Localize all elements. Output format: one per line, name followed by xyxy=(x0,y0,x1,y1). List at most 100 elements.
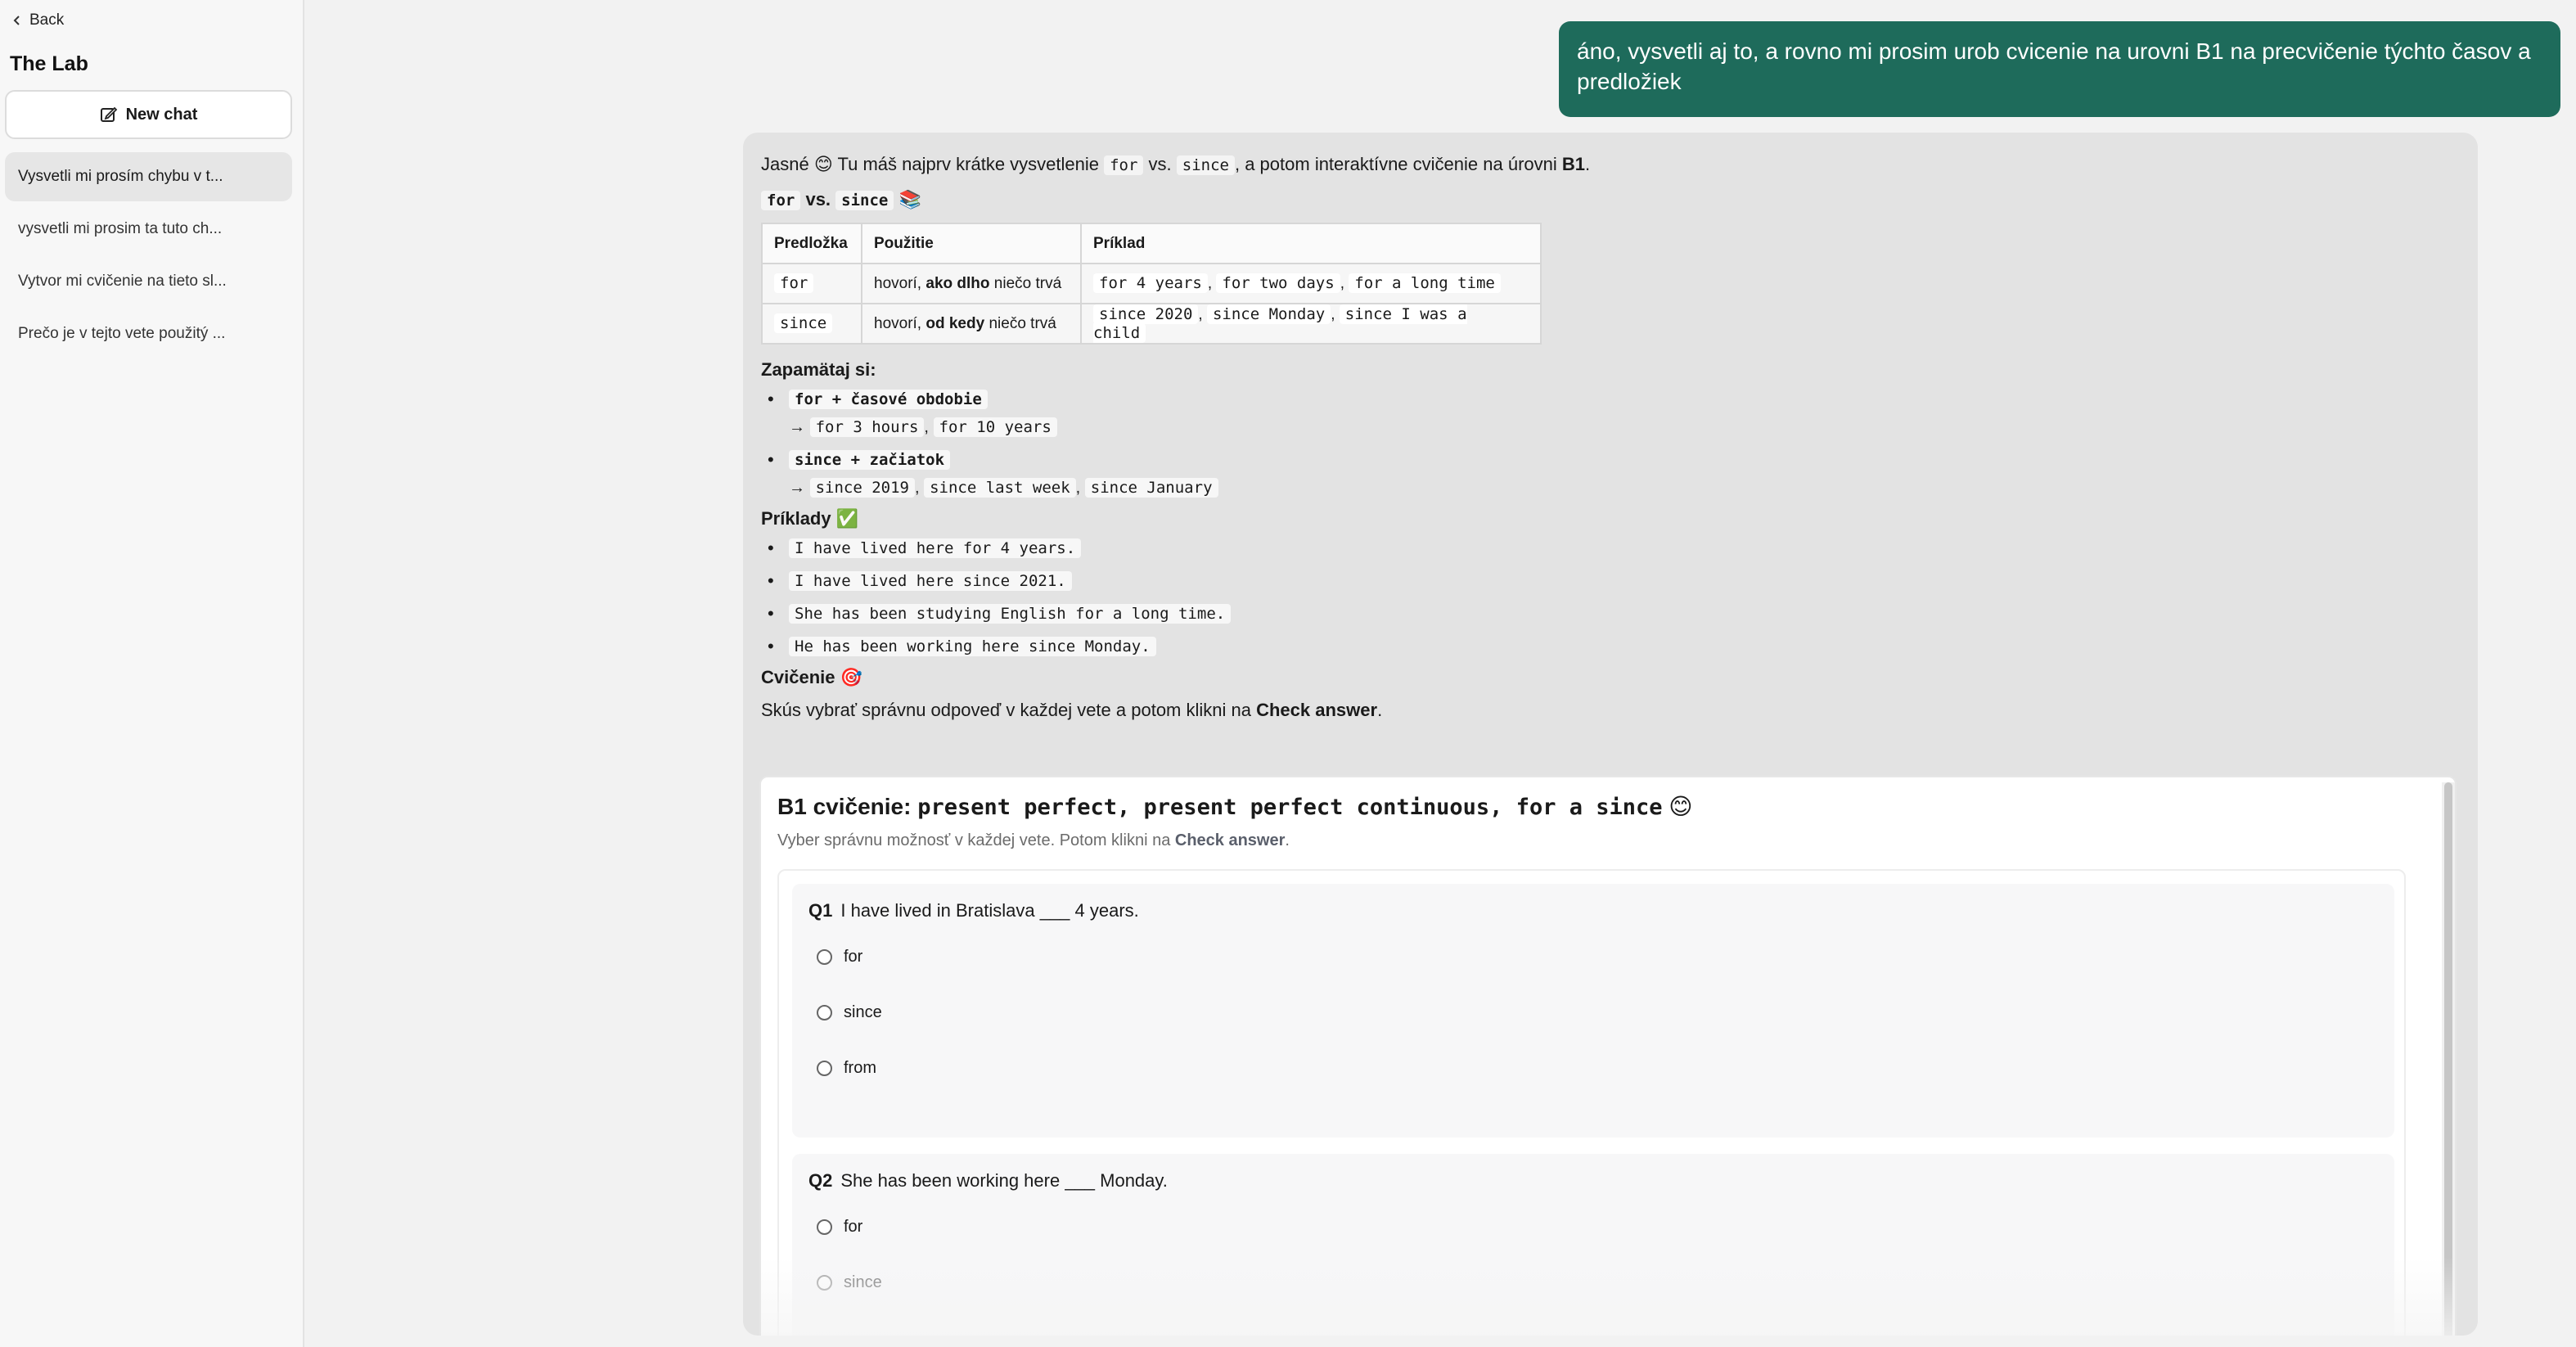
app-title: The Lab xyxy=(10,52,88,75)
exercise-subtitle: Vyber správnu možnosť v každej vete. Pot… xyxy=(777,831,1290,850)
history-item[interactable]: Vytvor mi cvičenie na tieto sl... xyxy=(5,257,292,306)
list-item: since + začiatok → since 2019, since las… xyxy=(761,446,2463,502)
question-prompt: I have lived in Bratislava ___ 4 years. xyxy=(840,900,1139,921)
cell-text: hovorí, xyxy=(874,274,926,292)
cell-text: niečo trvá xyxy=(984,314,1056,332)
list-item: She has been studying English for a long… xyxy=(761,600,2463,628)
table-cell: since xyxy=(761,303,862,345)
inline-code: for two days xyxy=(1216,273,1340,293)
table-row: since hovorí, od kedy niečo trvá since 2… xyxy=(761,303,1542,345)
examples-list: I have lived here for 4 years. I have li… xyxy=(761,534,2463,660)
list-item: for + časové obdobie → for 3 hours, for … xyxy=(761,385,2463,441)
title-code: present perfect, present perfect continu… xyxy=(917,795,1663,820)
inline-code: He has been working here since Monday. xyxy=(789,637,1156,656)
subtitle-text: . xyxy=(1285,831,1290,849)
history-item[interactable]: Vysvetli mi prosím chybu v t... xyxy=(5,152,292,201)
table-row: for hovorí, ako dlho niečo trvá for 4 ye… xyxy=(761,263,1542,304)
level-text: B1 xyxy=(1561,154,1585,174)
heading-text: Príklady xyxy=(761,508,831,529)
intro-text: vs. xyxy=(1143,154,1177,174)
inline-code: She has been studying English for a long… xyxy=(789,604,1232,624)
scrollbar[interactable] xyxy=(2442,782,2455,1336)
question-number: Q1 xyxy=(808,900,833,921)
exercise-heading: Cvičenie 🎯 xyxy=(761,665,2463,690)
inline-code: for + časové obdobie xyxy=(789,390,988,409)
subtitle-bold: Check answer xyxy=(1174,831,1286,849)
table-cell: for xyxy=(761,263,862,304)
table-cell: since 2020, since Monday, since I was a … xyxy=(1080,303,1542,345)
chevron-left-icon xyxy=(13,16,20,25)
inline-code: since xyxy=(774,313,833,333)
target-icon: 🎯 xyxy=(840,667,863,687)
question-number: Q2 xyxy=(808,1170,833,1191)
exercise-title: B1 cvičenie: present perfect, present pe… xyxy=(777,792,1693,822)
history-item[interactable]: vysvetli mi prosim ta tuto ch... xyxy=(5,205,292,254)
inline-code: since xyxy=(835,191,894,210)
option-label: from xyxy=(844,1059,876,1077)
inline-code: since 2020 xyxy=(1093,304,1199,324)
subtitle-text: Vyber správnu možnosť v každej vete. Pot… xyxy=(777,831,1175,849)
answer-option[interactable]: for xyxy=(817,948,862,966)
instruction-text: Skús vybrať správnu odpoveď v každej vet… xyxy=(761,700,1257,720)
remember-heading: Zapamätaj si: xyxy=(761,359,876,380)
heading-text: Cvičenie xyxy=(761,667,835,687)
option-label: for xyxy=(844,948,863,966)
table-cell: hovorí, od kedy niečo trvá xyxy=(861,303,1082,345)
inline-code: for xyxy=(774,273,814,293)
history-item[interactable]: Prečo je v tejto vete použitý ... xyxy=(5,309,292,358)
inline-code: since January xyxy=(1084,478,1218,498)
cell-text-bold: od kedy xyxy=(925,314,985,332)
inline-code: for xyxy=(761,191,801,210)
question-text: Q1 I have lived in Bratislava ___ 4 years… xyxy=(808,900,1139,921)
examples-heading: Príklady ✅ xyxy=(761,507,2463,531)
question-prompt: She has been working here ___ Monday. xyxy=(840,1170,1168,1191)
inline-code: since xyxy=(1176,155,1235,175)
radio-button[interactable] xyxy=(817,949,832,965)
intro-text: Jasné 😊 Tu máš najprv krátke vysvetlenie xyxy=(761,154,1105,174)
list-item: He has been working here since Monday. xyxy=(761,633,2463,660)
back-button[interactable]: Back xyxy=(11,11,64,29)
bottom-fade xyxy=(761,1257,2455,1336)
intro-paragraph: Jasné 😊 Tu máš najprv krátke vysvetlenie… xyxy=(761,152,2463,178)
exercise-widget: B1 cvičenie: present perfect, present pe… xyxy=(759,776,2457,1336)
heading-text: vs. xyxy=(805,189,831,209)
answer-option[interactable]: from xyxy=(817,1059,876,1078)
cell-text-bold: ako dlho xyxy=(925,274,990,292)
instruction-paragraph: Skús vybrať správnu odpoveď v každej vet… xyxy=(761,698,2463,723)
arrow-icon: → xyxy=(789,418,805,436)
scrollbar-thumb[interactable] xyxy=(2444,782,2452,1336)
table-cell: hovorí, ako dlho niečo trvá xyxy=(861,263,1082,304)
back-label: Back xyxy=(29,11,65,29)
intro-text: . xyxy=(1585,154,1591,174)
radio-button[interactable] xyxy=(817,1005,832,1020)
arrow-icon: → xyxy=(789,479,805,497)
inline-code: since + začiatok xyxy=(789,450,951,470)
books-icon: 📚 xyxy=(898,189,921,209)
instruction-bold: Check answer xyxy=(1256,700,1378,720)
answer-option[interactable]: for xyxy=(817,1218,862,1237)
sidebar: Back The Lab New chat Vysvetli mi prosím… xyxy=(0,0,304,1347)
cell-text: hovorí, xyxy=(874,314,926,332)
smile-icon: 😊 xyxy=(1669,794,1693,819)
remember-list: for + časové obdobie → for 3 hours, for … xyxy=(761,385,2463,502)
question-card: Q1 I have lived in Bratislava ___ 4 years… xyxy=(792,884,2394,1138)
inline-code: since last week xyxy=(924,478,1076,498)
answer-option[interactable]: since xyxy=(817,1003,882,1022)
radio-button[interactable] xyxy=(817,1061,832,1076)
new-chat-button[interactable]: New chat xyxy=(5,90,292,139)
table-header: Príklad xyxy=(1080,223,1542,264)
inline-code: since 2019 xyxy=(809,478,915,498)
table-header-row: Predložka Použitie Príklad xyxy=(761,223,1542,264)
table-cell: for 4 years, for two days, for a long ti… xyxy=(1080,263,1542,304)
radio-button[interactable] xyxy=(817,1219,832,1235)
instruction-text: . xyxy=(1377,700,1383,720)
inline-code: since Monday xyxy=(1206,304,1331,324)
option-label: for xyxy=(844,1218,863,1236)
cell-text: niečo trvá xyxy=(989,274,1062,292)
edit-icon xyxy=(100,106,117,122)
inline-code: for 3 hours xyxy=(809,417,925,437)
inline-code: I have lived here for 4 years. xyxy=(789,538,1082,558)
inline-code: for 4 years xyxy=(1093,273,1208,293)
question-text: Q2 She has been working here ___ Monday. xyxy=(808,1170,1168,1192)
section-heading-for-vs-since: for vs. since 📚 xyxy=(761,187,2463,213)
